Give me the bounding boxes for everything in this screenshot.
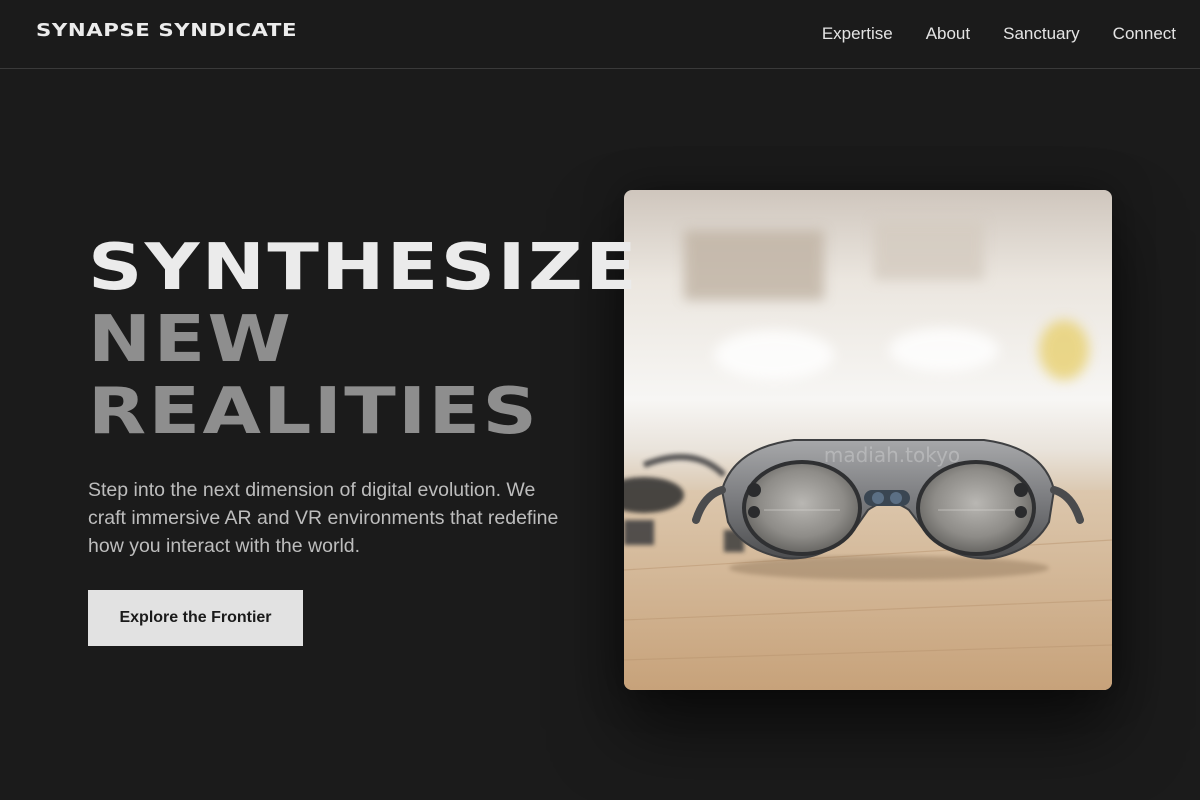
main-nav: Expertise About Sanctuary Connect [789, 24, 1176, 44]
image-watermark: madiah.tokyo [824, 443, 960, 467]
hero-image-ar-headset: madiah.tokyo [624, 190, 1112, 690]
hero-heading-line-2: NEW [88, 303, 294, 377]
nav-link-sanctuary[interactable]: Sanctuary [1003, 24, 1080, 44]
nav-link-expertise[interactable]: Expertise [822, 24, 893, 44]
brand-logo[interactable]: SYNAPSE SYNDICATE [36, 20, 297, 41]
hero-heading: SYNTHESIZE NEW REALITIES [88, 232, 639, 448]
nav-link-about[interactable]: About [926, 24, 970, 44]
hero-heading-line-1: SYNTHESIZE [88, 231, 640, 305]
hero-heading-line-3: REALITIES [88, 375, 540, 449]
nav-link-connect[interactable]: Connect [1113, 24, 1176, 44]
ar-headset-illustration: madiah.tokyo [624, 190, 1112, 690]
explore-frontier-button[interactable]: Explore the Frontier [88, 590, 303, 646]
site-header: SYNAPSE SYNDICATE Expertise About Sanctu… [0, 0, 1200, 69]
hero-subtitle: Step into the next dimension of digital … [88, 479, 559, 557]
